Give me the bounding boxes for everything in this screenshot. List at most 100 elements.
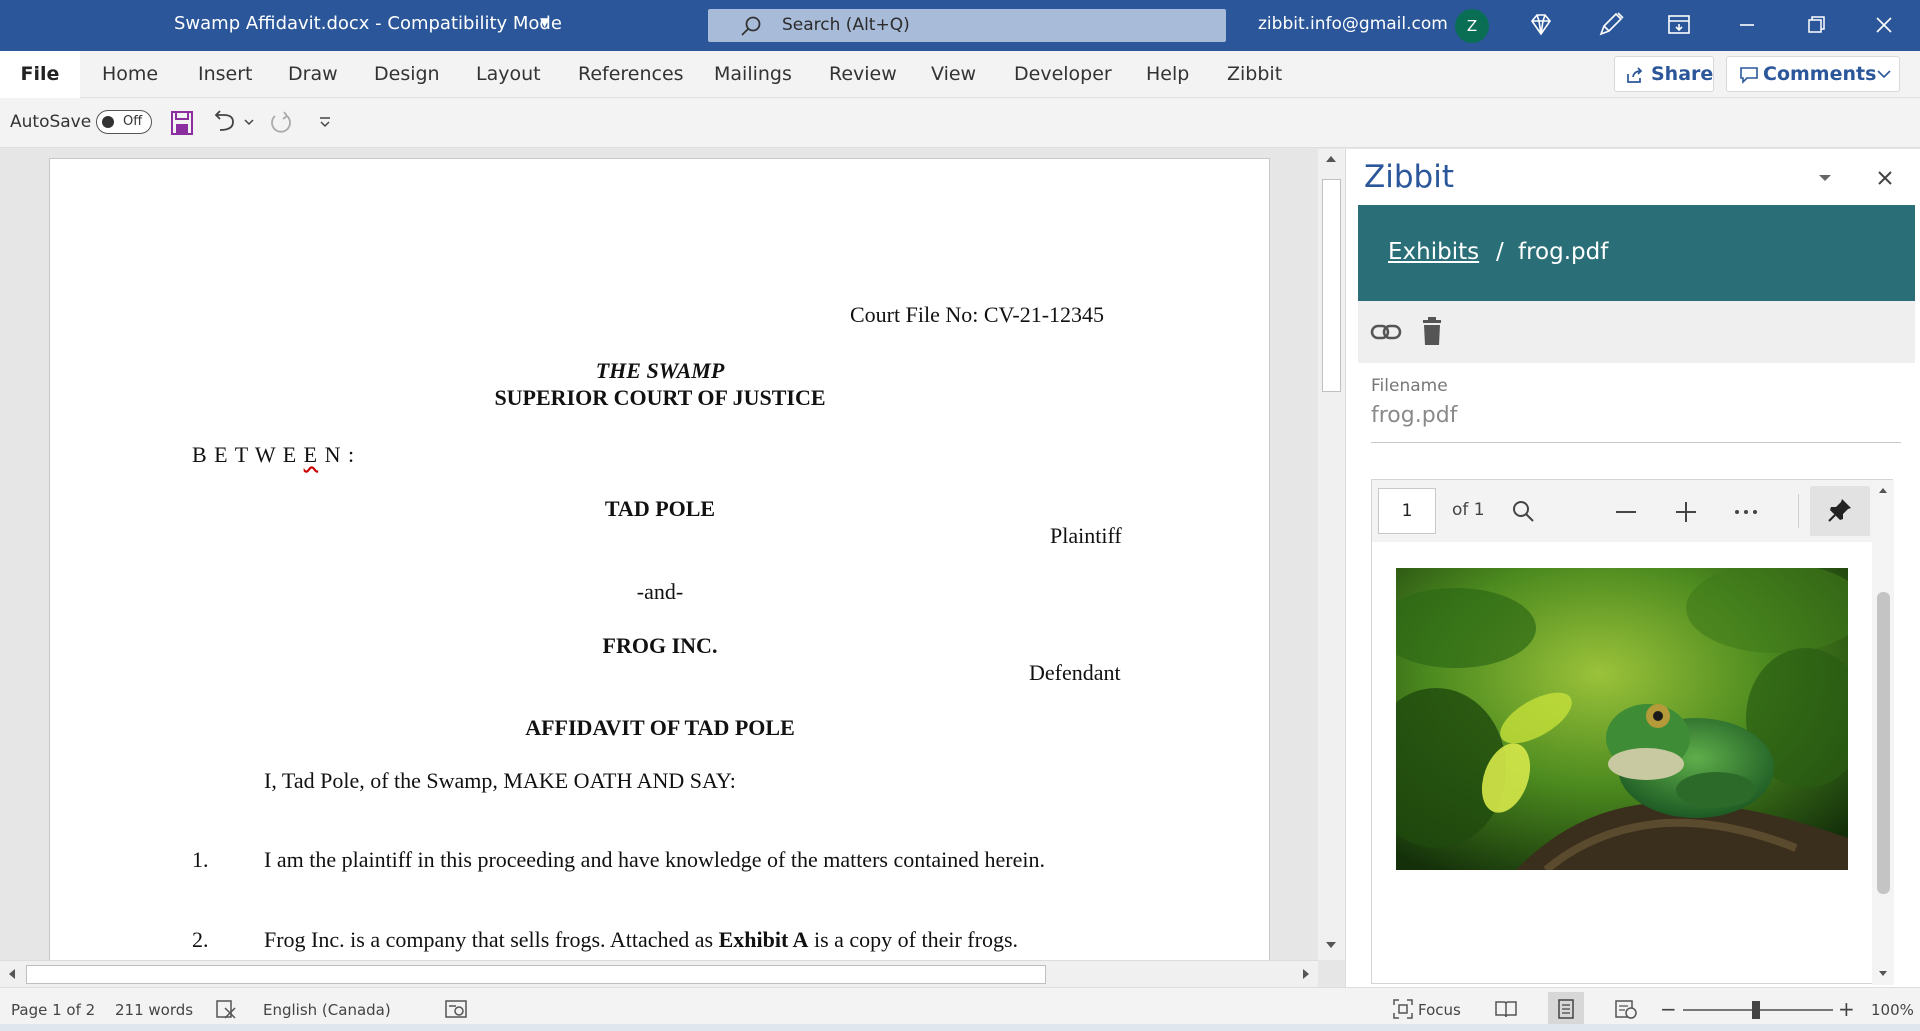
print-layout-icon[interactable] — [1555, 998, 1577, 1020]
zoom-out-button[interactable]: − — [1660, 997, 1677, 1021]
scroll-up-icon[interactable] — [1324, 153, 1338, 165]
close-icon[interactable] — [1869, 10, 1899, 40]
language-indicator[interactable]: English (Canada) — [263, 1001, 391, 1019]
restore-icon[interactable] — [1801, 10, 1831, 40]
minimize-icon[interactable] — [1732, 10, 1762, 40]
pin-icon — [1828, 499, 1851, 522]
pdf-scrollbar[interactable] — [1872, 480, 1894, 985]
tab-draw[interactable]: Draw — [288, 63, 338, 85]
pen-icon[interactable] — [1596, 10, 1626, 40]
search-box[interactable]: Search (Alt+Q) — [708, 9, 1226, 42]
page-number-input[interactable]: 1 — [1378, 488, 1436, 534]
read-mode-icon[interactable] — [1494, 998, 1518, 1020]
tab-developer[interactable]: Developer — [1014, 63, 1112, 85]
word-count[interactable]: 211 words — [115, 1001, 193, 1019]
tab-mailings[interactable]: Mailings — [714, 63, 792, 85]
court-file-number: Court File No: CV-21-12345 — [850, 302, 1105, 327]
scroll-down-icon[interactable] — [1878, 970, 1888, 978]
document-title[interactable]: Swamp Affidavit.docx - Compatibility Mod… — [174, 13, 562, 34]
filename-underline — [1371, 442, 1901, 443]
proofing-icon[interactable] — [215, 998, 237, 1020]
scroll-thumb[interactable] — [26, 965, 1046, 984]
accessibility-icon[interactable] — [444, 998, 468, 1020]
account-email[interactable]: zibbit.info@gmail.com — [1258, 14, 1448, 34]
defendant-role: Defendant — [1029, 660, 1121, 685]
tab-insert[interactable]: Insert — [198, 63, 253, 85]
breadcrumb: Exhibits / frog.pdf — [1358, 205, 1915, 301]
page-indicator[interactable]: Page 1 of 2 — [11, 1001, 95, 1019]
tab-layout[interactable]: Layout — [476, 63, 541, 85]
redo-icon[interactable] — [268, 110, 294, 136]
share-icon — [1627, 67, 1643, 83]
tab-references[interactable]: References — [578, 63, 684, 85]
pane-options-icon[interactable] — [1818, 173, 1832, 183]
chevron-down-icon[interactable]: ▼ — [540, 15, 549, 29]
autosave-state: Off — [123, 114, 143, 129]
tab-home[interactable]: Home — [102, 63, 158, 85]
scroll-left-icon[interactable] — [6, 967, 18, 981]
ribbon-display-icon[interactable] — [1664, 10, 1694, 40]
zoom-in-icon[interactable] — [1674, 500, 1698, 524]
pdf-viewer: 1 of 1 — [1371, 479, 1894, 985]
avatar[interactable]: Z — [1455, 9, 1489, 43]
search-placeholder: Search (Alt+Q) — [782, 15, 910, 35]
defendant-name: FROG INC. — [602, 633, 718, 658]
affidavit-intro: I, Tad Pole, of the Swamp, MAKE OATH AND… — [264, 768, 736, 793]
autosave-toggle[interactable]: Off — [96, 110, 152, 134]
pdf-toolbar: 1 of 1 — [1372, 480, 1894, 542]
comments-button[interactable]: Comments — [1726, 56, 1900, 92]
search-icon[interactable] — [1512, 500, 1536, 524]
filename-field[interactable]: frog.pdf — [1371, 403, 1457, 428]
scroll-thumb[interactable] — [1877, 592, 1890, 894]
scroll-up-icon[interactable] — [1878, 486, 1888, 494]
plaintiff-role: Plaintiff — [1050, 523, 1122, 548]
document-page[interactable]: Court File No: CV-21-12345 THE SWAMP SUP… — [49, 158, 1270, 968]
pin-button[interactable] — [1810, 486, 1870, 536]
diamond-icon[interactable] — [1526, 10, 1556, 40]
tab-zibbit[interactable]: Zibbit — [1227, 63, 1282, 85]
zoom-out-icon[interactable] — [1614, 500, 1638, 524]
save-icon[interactable] — [170, 110, 194, 136]
link-icon[interactable] — [1370, 319, 1402, 345]
more-options-icon[interactable] — [1734, 508, 1758, 516]
tab-review[interactable]: Review — [829, 63, 897, 85]
paragraph-number: 2. — [192, 927, 209, 952]
tab-help[interactable]: Help — [1146, 63, 1189, 85]
breadcrumb-exhibits-link[interactable]: Exhibits — [1388, 239, 1479, 265]
chevron-down-icon — [1877, 70, 1891, 79]
focus-label[interactable]: Focus — [1418, 1001, 1461, 1019]
autosave-label: AutoSave — [10, 112, 92, 132]
zibbit-task-pane: Zibbit Exhibits / frog.pdf Filename frog… — [1345, 149, 1920, 987]
zoom-in-button[interactable]: + — [1838, 997, 1855, 1021]
plaintiff-name: TAD POLE — [604, 496, 716, 521]
web-layout-icon[interactable] — [1614, 998, 1638, 1020]
tab-view[interactable]: View — [931, 63, 976, 85]
focus-icon[interactable] — [1392, 998, 1414, 1020]
pane-close-icon[interactable] — [1876, 169, 1894, 187]
undo-dropdown-icon[interactable] — [244, 118, 254, 126]
zoom-slider-thumb[interactable] — [1752, 1001, 1760, 1019]
tab-file[interactable]: File — [0, 51, 80, 98]
and-separator: -and- — [636, 579, 684, 604]
tab-design[interactable]: Design — [374, 63, 440, 85]
page-count: of 1 — [1452, 500, 1485, 520]
filename-label: Filename — [1371, 376, 1448, 396]
toggle-knob — [102, 116, 114, 128]
share-button[interactable]: Share — [1614, 56, 1714, 92]
document-horizontal-scrollbar[interactable] — [0, 960, 1318, 987]
document-canvas[interactable]: Court File No: CV-21-12345 THE SWAMP SUP… — [0, 149, 1345, 968]
delete-icon[interactable] — [1420, 316, 1444, 346]
zoom-level[interactable]: 100% — [1871, 1001, 1914, 1019]
scroll-down-icon[interactable] — [1324, 939, 1338, 951]
scroll-thumb[interactable] — [1322, 179, 1341, 392]
breadcrumb-current: frog.pdf — [1518, 239, 1609, 265]
comment-icon — [1740, 67, 1758, 84]
undo-icon[interactable] — [212, 110, 238, 136]
scroll-right-icon[interactable] — [1300, 967, 1312, 981]
taskbar-edge — [0, 1024, 1920, 1031]
customize-toolbar-icon[interactable] — [318, 116, 332, 130]
affidavit-heading: AFFIDAVIT OF TAD POLE — [525, 715, 795, 740]
court-name: THE SWAMP — [595, 358, 725, 383]
breadcrumb-separator: / — [1496, 239, 1504, 265]
document-vertical-scrollbar[interactable] — [1318, 149, 1345, 960]
